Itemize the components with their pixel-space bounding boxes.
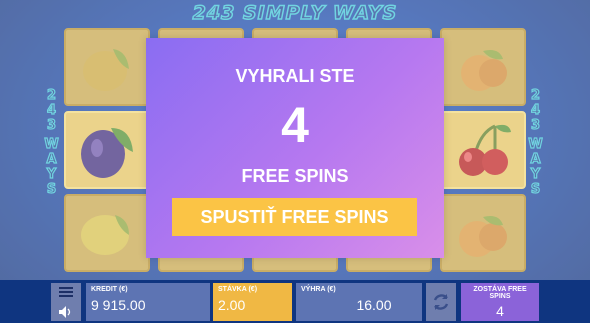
spin-arrows-icon	[433, 294, 449, 310]
win-value: 16.00	[356, 297, 392, 313]
dialog-title: VYHRALI STE	[235, 66, 355, 86]
credit-value: 9 915.00	[91, 297, 146, 313]
bet-value: 2.00	[218, 297, 246, 313]
hamburger-menu-icon	[59, 287, 73, 297]
bet-panel[interactable]: STÁVKA (€) 2.00	[213, 283, 292, 321]
win-label: VÝHRA (€)	[301, 286, 336, 293]
menu-button[interactable]	[51, 283, 81, 301]
start-free-spins-button[interactable]: SPUSTIŤ FREE SPINS	[172, 198, 417, 236]
speaker-icon	[59, 306, 71, 318]
spin-button[interactable]	[426, 283, 456, 321]
win-panel: VÝHRA (€) 16.00	[296, 283, 422, 321]
free-spins-remaining-value: 4	[496, 303, 504, 319]
free-spins-remaining-panel: ZOSTÁVA FREE SPINS 4	[461, 283, 539, 321]
free-spins-win-dialog: VYHRALI STE 4 FREE SPINS SPUSTIŤ FREE SP…	[146, 38, 444, 258]
free-spins-remaining-label: ZOSTÁVA FREE SPINS	[473, 286, 527, 300]
free-spins-count: 4	[281, 97, 309, 153]
dialog-subtitle: FREE SPINS	[241, 166, 349, 186]
game-stage: 243 SIMPLY WAYS 243 WAYS 243 WAYS VYHRAL…	[0, 0, 590, 323]
credit-panel: KREDIT (€) 9 915.00	[86, 283, 210, 321]
credit-label: KREDIT (€)	[91, 286, 128, 293]
sound-button[interactable]	[51, 303, 81, 321]
bet-label: STÁVKA (€)	[218, 286, 258, 293]
menu-sound-controls	[51, 283, 81, 321]
